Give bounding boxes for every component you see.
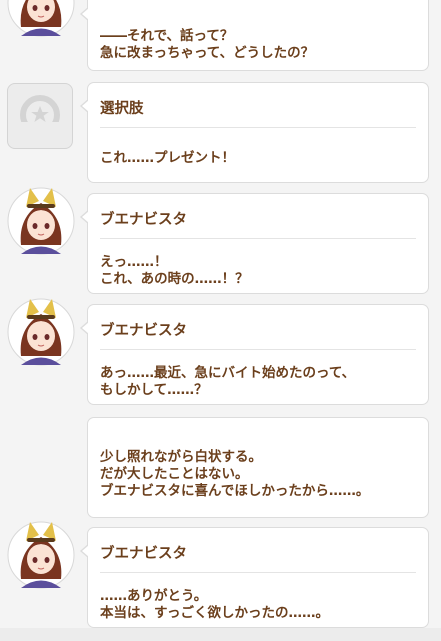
narration-bubble: 少し照れながら白状する。 だが大したことはない。 ブエナビスタに喜んでほしかった… <box>87 417 429 518</box>
speaker-name: 選択肢 <box>100 101 144 117</box>
choice-icon <box>7 83 73 149</box>
character-avatar <box>7 187 75 255</box>
message-line: もしかして……？ <box>100 382 208 398</box>
message-bubble: ――それで、話って？ 急に改まっちゃって、どうしたの？ <box>80 0 429 71</box>
divider <box>100 127 416 128</box>
message-bubble: ブエナビスタ ……ありがとう。 本当は、すっごく欲しかったの……。 <box>80 527 429 628</box>
speaker-name: ブエナビスタ <box>100 546 187 562</box>
divider <box>100 238 416 239</box>
choice-bubble[interactable]: 選択肢 これ……プレゼント！ <box>80 82 429 183</box>
divider <box>100 572 416 573</box>
character-avatar <box>7 0 75 37</box>
character-avatar <box>7 298 75 366</box>
speaker-name: ブエナビスタ <box>100 212 187 228</box>
message-line: 本当は、すっごく欲しかったの……。 <box>100 605 329 621</box>
message-line: ブエナビスタに喜んでほしかったから……。 <box>100 483 370 499</box>
message-line: これ、あの時の……！？ <box>100 271 249 287</box>
message-line: 急に改まっちゃって、どうしたの？ <box>100 45 315 61</box>
divider <box>100 349 416 350</box>
message-line: これ……プレゼント！ <box>100 150 235 166</box>
message-bubble: ブエナビスタ あっ……最近、急にバイト始めたのって、 もしかして……？ <box>80 304 429 405</box>
character-avatar <box>7 521 75 589</box>
speaker-name: ブエナビスタ <box>100 323 187 339</box>
bottom-bar <box>0 628 441 641</box>
message-bubble: ブエナビスタ えっ……！ これ、あの時の……！？ <box>80 193 429 294</box>
